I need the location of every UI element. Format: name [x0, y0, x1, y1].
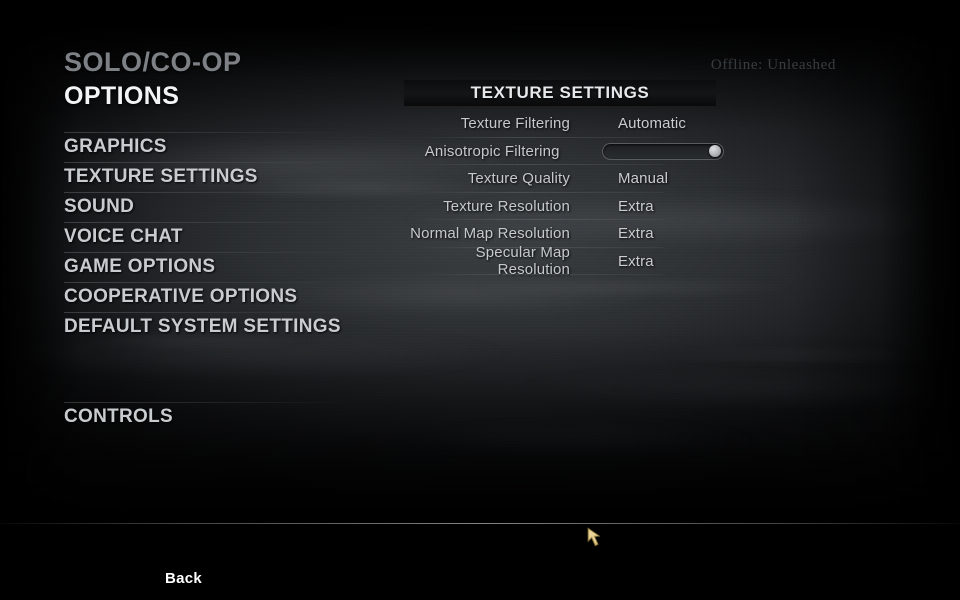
setting-label: Specular Map Resolution — [475, 244, 570, 279]
sidebar-item-voice-chat[interactable]: VOICE CHAT — [64, 222, 364, 252]
sidebar-item-label: GRAPHICS — [64, 136, 167, 157]
setting-label: Texture Quality — [467, 170, 570, 188]
setting-label: Anisotropic Filtering — [424, 142, 560, 160]
settings-panel: TEXTURE SETTINGS Texture Filtering Automa… — [404, 80, 724, 278]
slider-knob[interactable] — [708, 145, 721, 158]
settings-row-list: Texture Filtering Automatic Anisotropic Fi… — [404, 110, 724, 278]
sidebar-item-game-options[interactable]: GAME OPTIONS — [64, 252, 364, 282]
setting-row-specular-map-resolution[interactable]: Specular Map Resolution Extra — [404, 244, 716, 278]
sidebar-item-label: COOPERATIVE OPTIONS — [64, 286, 298, 307]
page-title: OPTIONS — [64, 82, 180, 110]
options-category-menu: GRAPHICS TEXTURE SETTINGS SOUND VOICE CHAT G… — [64, 132, 364, 432]
sidebar-item-cooperative-options[interactable]: COOPERATIVE OPTIONS — [64, 282, 364, 312]
bottom-divider — [0, 523, 960, 524]
setting-row-texture-quality[interactable]: Texture Quality Manual — [404, 165, 716, 193]
sidebar-item-texture-settings[interactable]: TEXTURE SETTINGS — [64, 162, 364, 192]
setting-row-texture-filtering[interactable]: Texture Filtering Automatic — [404, 110, 716, 138]
sidebar-item-label: GAME OPTIONS — [64, 256, 216, 277]
sidebar-item-graphics[interactable]: GRAPHICS — [64, 132, 364, 162]
setting-slider-anisotropic-filtering[interactable] — [601, 142, 724, 160]
setting-row-texture-resolution[interactable]: Texture Resolution Extra — [404, 193, 716, 221]
setting-value: Extra — [618, 197, 654, 215]
sidebar-item-default-system-settings[interactable]: DEFAULT SYSTEM SETTINGS — [64, 312, 364, 342]
settings-panel-header: TEXTURE SETTINGS — [404, 80, 716, 106]
setting-value: Extra — [618, 252, 654, 270]
setting-value: Extra — [618, 225, 654, 243]
setting-value: Automatic — [618, 115, 687, 133]
sidebar-item-label: DEFAULT SYSTEM SETTINGS — [64, 316, 341, 337]
game-options-screen: SOLO/CO-OP OPTIONS Offline: Unleashed GR… — [0, 0, 960, 600]
sidebar-item-label: CONTROLS — [64, 406, 174, 427]
sidebar-item-label: VOICE CHAT — [64, 226, 183, 247]
setting-label: Texture Resolution — [443, 197, 570, 215]
slider-track[interactable] — [601, 142, 724, 160]
sidebar-item-label: SOUND — [64, 196, 135, 217]
settings-panel-title: TEXTURE SETTINGS — [470, 83, 650, 102]
online-status-text: Offline: Unleashed — [710, 57, 836, 73]
sidebar-item-controls[interactable]: CONTROLS — [64, 402, 364, 432]
setting-label: Normal Map Resolution — [410, 225, 570, 243]
setting-row-anisotropic-filtering[interactable]: Anisotropic Filtering — [404, 138, 724, 166]
sidebar-item-sound[interactable]: SOUND — [64, 192, 364, 222]
setting-label: Texture Filtering — [460, 115, 570, 133]
setting-value: Manual — [618, 170, 669, 188]
back-button[interactable]: Back — [165, 570, 202, 587]
mode-title: SOLO/CO-OP — [64, 47, 242, 77]
sidebar-item-label: TEXTURE SETTINGS — [64, 166, 258, 187]
